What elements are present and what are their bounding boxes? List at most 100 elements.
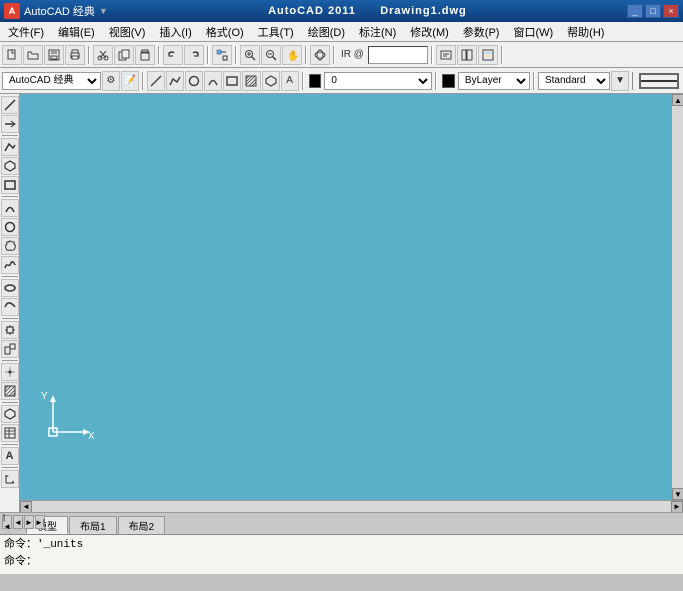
draw-line-tool[interactable] — [1, 96, 19, 114]
region-tool[interactable] — [1, 405, 19, 423]
bottom-scrollbar[interactable]: ◄ ► — [20, 500, 683, 512]
scroll-left-button[interactable]: ◄ — [20, 501, 32, 513]
minimize-button[interactable]: _ — [627, 4, 643, 18]
rectangle-button[interactable] — [223, 71, 241, 91]
toolbar-separator-7 — [431, 46, 433, 64]
text-button[interactable]: A — [281, 71, 299, 91]
redo-button[interactable] — [184, 45, 204, 65]
title-app-name: AutoCAD 经典 — [24, 3, 95, 19]
ucs-tool[interactable] — [1, 470, 19, 488]
workspace-settings-button[interactable]: ⚙ — [102, 71, 120, 91]
layer-dropdown[interactable]: 0 — [324, 72, 432, 90]
circle-button[interactable] — [185, 71, 203, 91]
draw-rect-tool[interactable] — [1, 176, 19, 194]
scroll-up-button[interactable]: ▲ — [672, 94, 683, 106]
scroll-down-button[interactable]: ▼ — [672, 488, 683, 500]
draw-circle-tool[interactable] — [1, 218, 19, 236]
pan-button[interactable]: ✋ — [282, 45, 302, 65]
undo-button[interactable] — [163, 45, 183, 65]
new-button[interactable] — [2, 45, 22, 65]
font-dropdown-arrow[interactable]: ▼ — [611, 71, 629, 91]
hatch-tool[interactable] — [1, 382, 19, 400]
tab-next-button[interactable]: ► — [24, 515, 34, 529]
draw-revcloud-tool[interactable] — [1, 237, 19, 255]
save-button[interactable] — [44, 45, 64, 65]
window-controls: _ □ × — [627, 4, 679, 18]
line-button[interactable] — [147, 71, 165, 91]
menu-bar: 文件(F) 编辑(E) 视图(V) 插入(I) 格式(O) 工具(T) 绘图(D… — [0, 22, 683, 42]
table-tool[interactable] — [1, 424, 19, 442]
toolbar-separator-5 — [305, 46, 307, 64]
svg-text:X: X — [88, 431, 95, 442]
draw-polyline-tool[interactable] — [1, 138, 19, 156]
plot-button[interactable] — [65, 45, 85, 65]
draw-ellipse-tool[interactable] — [1, 279, 19, 297]
menu-edit[interactable]: 编辑(E) — [52, 22, 101, 42]
lt-sep7 — [2, 444, 18, 445]
properties-toolbar: AutoCAD 经典 ⚙ 📝 A 0 ByLayer Standard ▼ — [0, 68, 683, 94]
insert-block-tool[interactable] — [1, 321, 19, 339]
polyline-button[interactable] — [166, 71, 184, 91]
cut-button[interactable] — [93, 45, 113, 65]
tab-last-button[interactable]: ►| — [35, 515, 45, 529]
zoom-previous-button[interactable] — [261, 45, 281, 65]
draw-arc-tool[interactable] — [1, 199, 19, 217]
tab-bar: |◄ ◄ ► ►| 模型 布局1 布局2 — [0, 512, 683, 534]
style-dropdown[interactable]: Standard — [538, 72, 610, 90]
ucs-icon: X Y — [38, 387, 98, 450]
menu-params[interactable]: 参数(P) — [457, 22, 506, 42]
menu-format[interactable]: 格式(O) — [200, 22, 250, 42]
text-tool[interactable]: A — [1, 447, 19, 465]
match-properties-button[interactable] — [212, 45, 232, 65]
right-scrollbar[interactable]: ▲ ▼ — [671, 94, 683, 500]
properties-button[interactable] — [436, 45, 456, 65]
tab-layout2[interactable]: 布局2 — [118, 516, 166, 534]
tab-layout1[interactable]: 布局1 — [69, 516, 117, 534]
current-color-swatch[interactable] — [309, 74, 322, 88]
open-button[interactable] — [23, 45, 43, 65]
workspace-dropdown[interactable]: AutoCAD 经典 — [2, 72, 101, 90]
coordinate-input[interactable] — [368, 46, 428, 64]
hatch-button[interactable] — [242, 71, 260, 91]
customize-button[interactable]: 📝 — [121, 71, 139, 91]
menu-dimension[interactable]: 标注(N) — [353, 22, 402, 42]
menu-window[interactable]: 窗口(W) — [507, 22, 559, 42]
menu-help[interactable]: 帮助(H) — [561, 22, 610, 42]
lt-sep2 — [2, 196, 18, 197]
copy-button[interactable] — [114, 45, 134, 65]
paste-button[interactable] — [135, 45, 155, 65]
menu-tools[interactable]: 工具(T) — [252, 22, 300, 42]
point-tool[interactable] — [1, 363, 19, 381]
draw-ellipsearc-tool[interactable] — [1, 298, 19, 316]
toolbar-separator-6 — [333, 46, 335, 64]
menu-file[interactable]: 文件(F) — [2, 22, 50, 42]
zoom-extents-button[interactable] — [240, 45, 260, 65]
region-button[interactable] — [262, 71, 280, 91]
draw-polygon-tool[interactable] — [1, 157, 19, 175]
svg-text:Y: Y — [41, 391, 48, 402]
close-button[interactable]: × — [663, 4, 679, 18]
maximize-button[interactable]: □ — [645, 4, 661, 18]
app-icon: A — [4, 3, 20, 19]
tab-first-button[interactable]: |◄ — [2, 515, 12, 529]
menu-modify[interactable]: 修改(M) — [404, 22, 455, 42]
draw-spline-tool[interactable] — [1, 256, 19, 274]
tab-nav-controls: |◄ ◄ ► ►| — [2, 515, 45, 529]
tab-prev-button[interactable]: ◄ — [13, 515, 23, 529]
drawing-canvas[interactable]: X Y — [20, 94, 671, 500]
color-dropdown[interactable]: ByLayer — [458, 72, 530, 90]
menu-insert[interactable]: 插入(I) — [153, 22, 197, 42]
make-block-tool[interactable] — [1, 340, 19, 358]
scroll-right-button[interactable]: ► — [671, 501, 683, 513]
design-center-button[interactable] — [457, 45, 477, 65]
3d-orbit-button[interactable] — [310, 45, 330, 65]
arc-button[interactable] — [204, 71, 222, 91]
draw-arrow-tool[interactable] — [1, 115, 19, 133]
command-line-2[interactable]: 命令： — [4, 554, 679, 571]
menu-view[interactable]: 视图(V) — [103, 22, 152, 42]
title-dropdown-arrow[interactable]: ▼ — [99, 6, 108, 16]
tb2-sep3 — [435, 72, 437, 90]
title-left: A AutoCAD 经典 ▼ — [4, 3, 108, 19]
tool-palettes-button[interactable] — [478, 45, 498, 65]
menu-draw[interactable]: 绘图(D) — [302, 22, 351, 42]
